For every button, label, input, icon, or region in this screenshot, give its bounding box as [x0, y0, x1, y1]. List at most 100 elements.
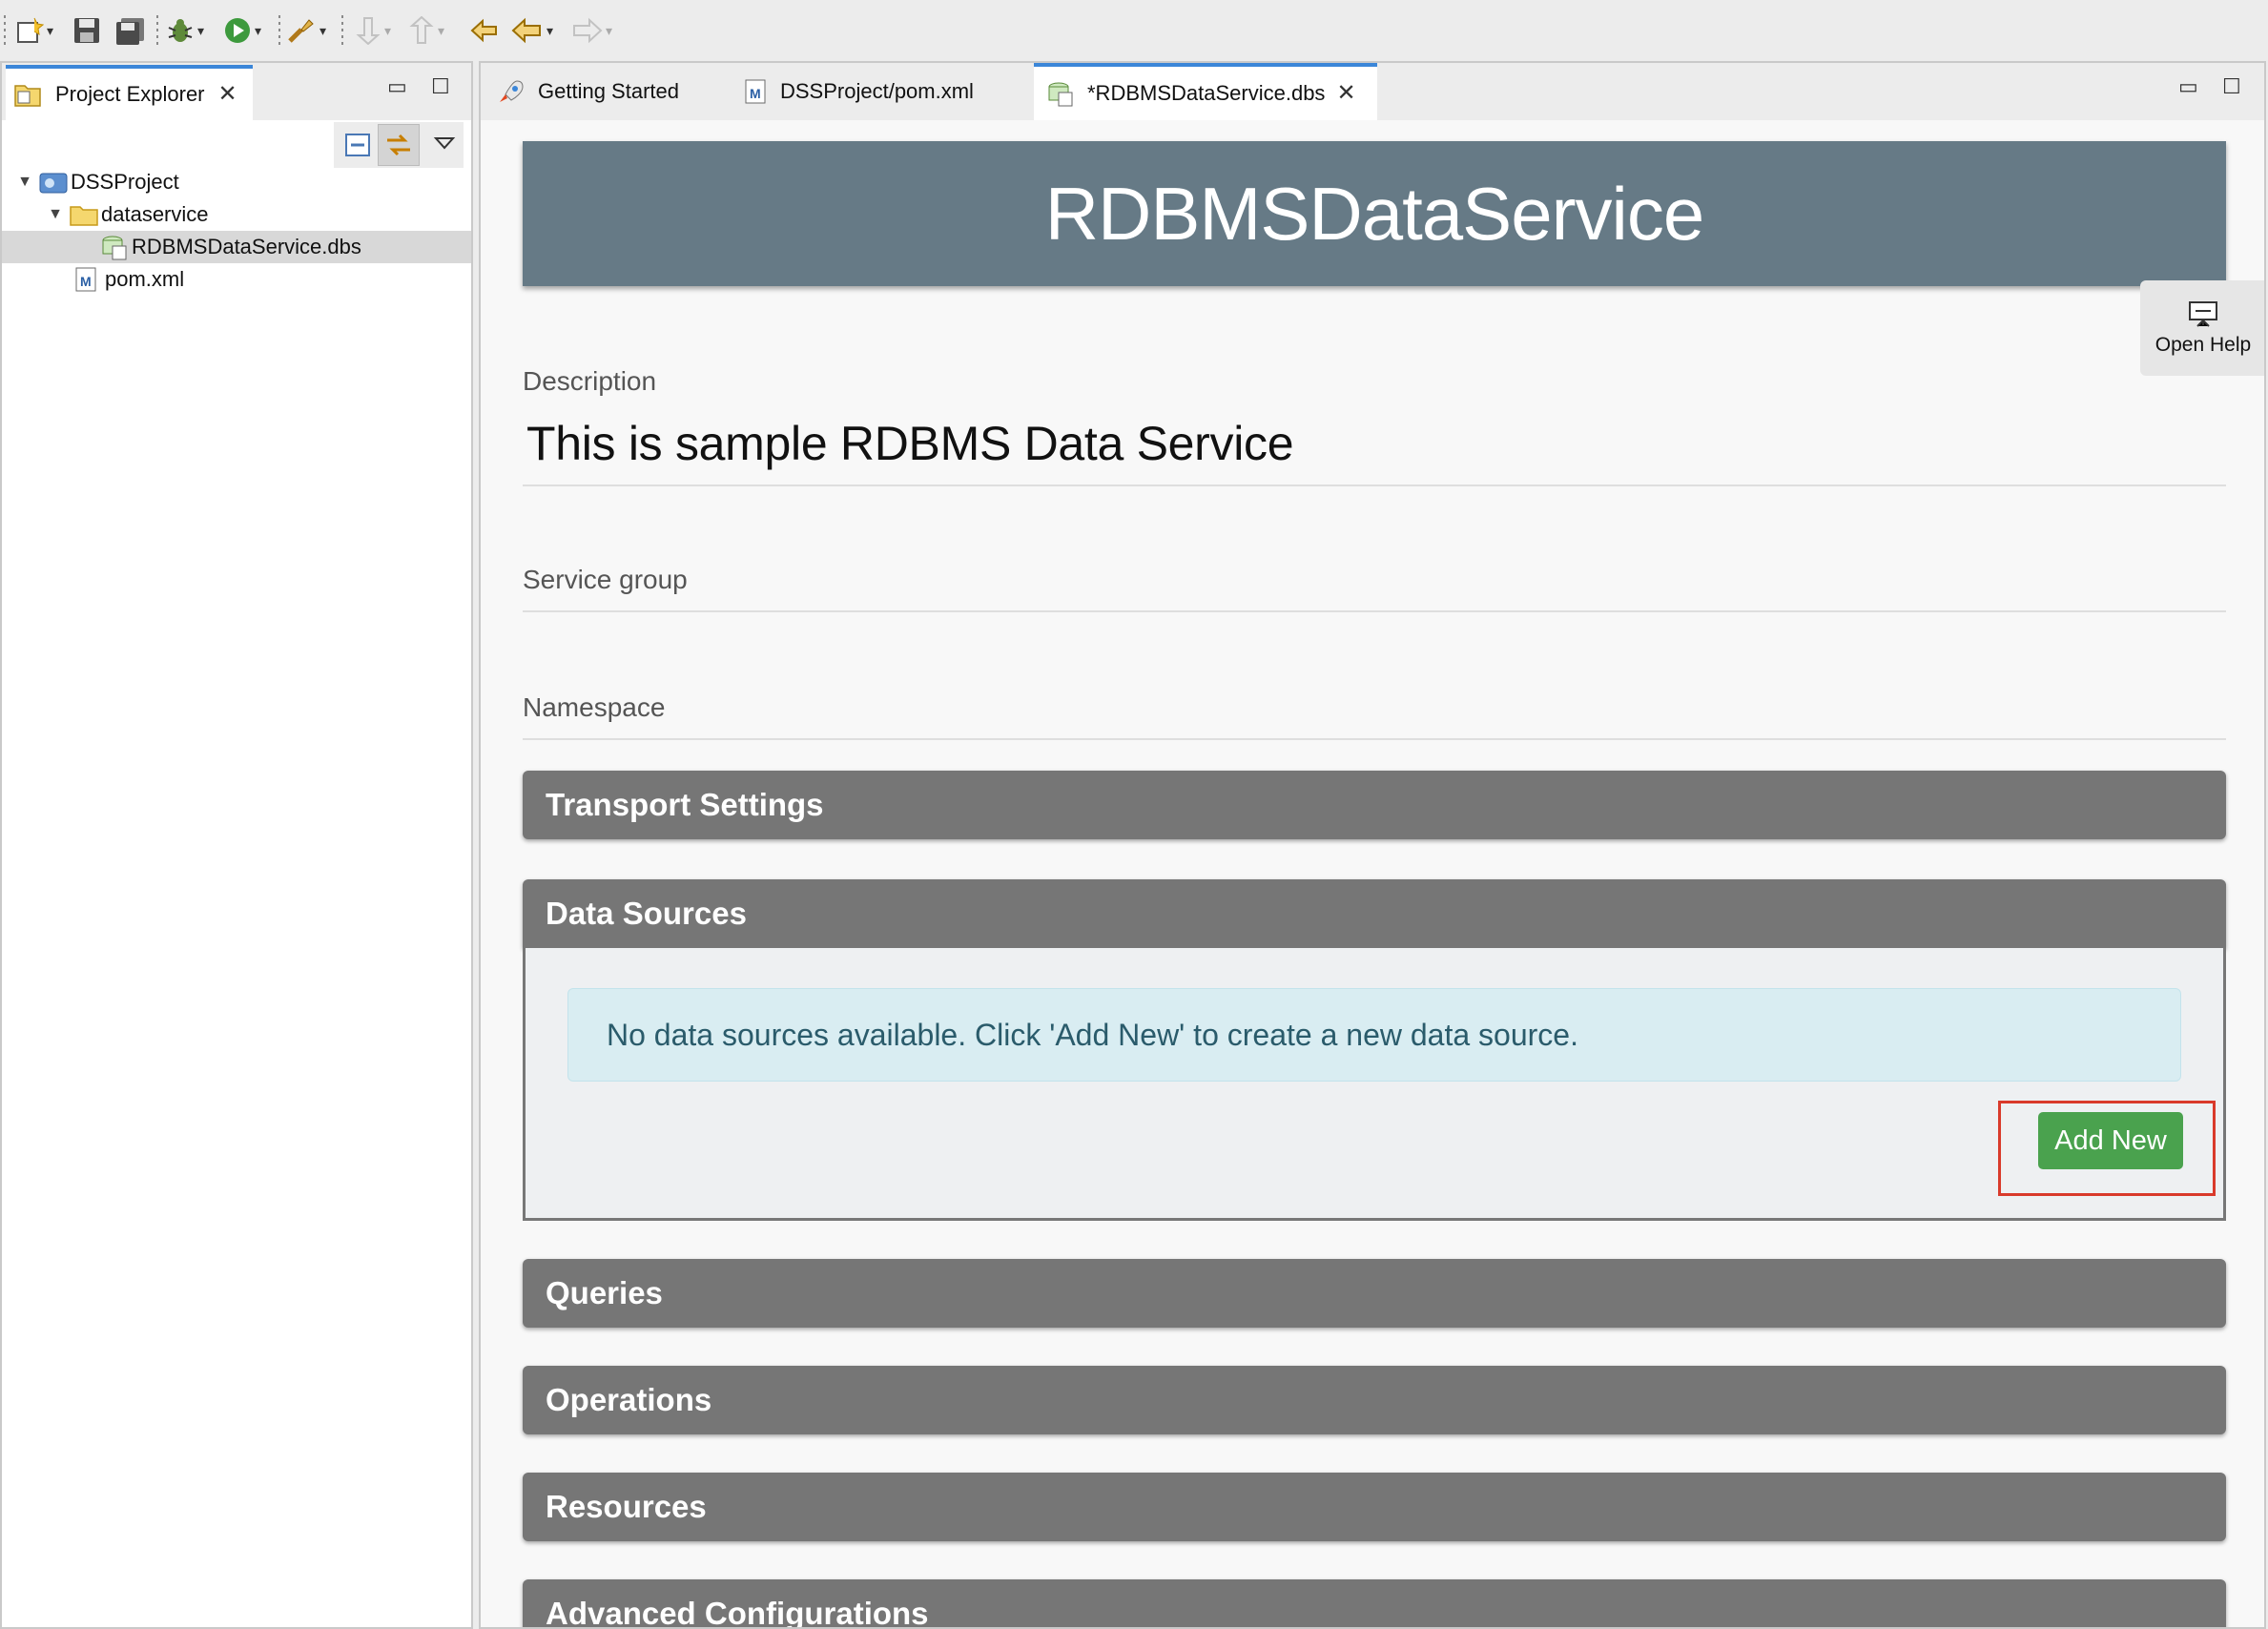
- namespace-underline: [523, 738, 2226, 740]
- view-menu-icon[interactable]: [433, 134, 456, 153]
- back-button[interactable]: ▾: [511, 15, 553, 46]
- data-sources-body: No data sources available. Click 'Add Ne…: [523, 948, 2226, 1221]
- operations-section[interactable]: Operations: [523, 1366, 2226, 1434]
- link-icon: [387, 134, 410, 156]
- section-title: Data Sources: [546, 896, 747, 931]
- save-all-icon: [116, 18, 144, 45]
- chevron-down-icon: ▾: [197, 22, 205, 38]
- section-title: Transport Settings: [546, 787, 824, 822]
- service-group-field[interactable]: [523, 559, 2226, 610]
- forward-button[interactable]: ▾: [570, 15, 612, 46]
- maximize-icon[interactable]: ☐: [2222, 74, 2241, 99]
- editor-tabbar: Getting Started M DSSProject/pom.xml *RD…: [481, 63, 2264, 120]
- alert-text: No data sources available. Click 'Add Ne…: [607, 1017, 1578, 1052]
- tab-label: *RDBMSDataService.dbs: [1087, 81, 1326, 105]
- transport-settings-section[interactable]: Transport Settings: [523, 771, 2226, 839]
- advanced-configurations-section[interactable]: Advanced Configurations: [523, 1579, 2226, 1629]
- description-value: This is sample RDBMS Data Service: [526, 417, 1294, 470]
- tree-item-pom[interactable]: M pom.xml: [2, 263, 471, 296]
- debug-button[interactable]: ▾: [166, 15, 204, 46]
- expand-arrow-icon[interactable]: ▼: [46, 206, 65, 223]
- tree-item-rdbmsdataservice[interactable]: RDBMSDataService.dbs: [2, 231, 471, 263]
- close-icon[interactable]: ✕: [218, 83, 237, 106]
- minimize-icon[interactable]: ▭: [387, 74, 407, 99]
- tab-rdbms-dataservice[interactable]: *RDBMSDataService.dbs ✕: [1034, 63, 1377, 120]
- tab-label: Getting Started: [538, 79, 679, 103]
- tree-item-dataservice[interactable]: ▼ dataservice: [2, 198, 471, 231]
- namespace-field[interactable]: [523, 687, 2226, 738]
- tab-pom-xml[interactable]: M DSSProject/pom.xml: [732, 63, 985, 120]
- project-icon: [39, 173, 68, 194]
- maximize-icon[interactable]: ☐: [431, 74, 450, 99]
- svg-text:M: M: [80, 274, 92, 289]
- chevron-down-icon: ▾: [255, 22, 262, 38]
- chevron-down-icon: ▾: [606, 22, 613, 38]
- next-annotation-button[interactable]: ▾: [355, 15, 391, 46]
- external-tools-button[interactable]: ▾: [286, 15, 326, 46]
- add-new-button[interactable]: Add New: [2038, 1112, 2183, 1169]
- save-all-button[interactable]: [114, 15, 147, 46]
- last-edit-location-button[interactable]: [469, 15, 502, 46]
- section-title: Resources: [546, 1489, 707, 1524]
- project-explorer-icon: [14, 85, 41, 107]
- expand-arrow-icon[interactable]: ▼: [15, 174, 34, 191]
- new-wizard-button[interactable]: ▾: [15, 15, 53, 46]
- run-icon: [225, 18, 250, 43]
- section-title: Advanced Configurations: [546, 1596, 929, 1629]
- data-sources-section[interactable]: Data Sources: [523, 879, 2226, 948]
- description-underline: [523, 485, 2226, 486]
- collapse-all-icon[interactable]: [343, 130, 374, 160]
- tab-label: Project Explorer: [55, 82, 205, 106]
- tree-label: dataservice: [101, 202, 209, 226]
- tab-label: DSSProject/pom.xml: [780, 79, 974, 103]
- save-button[interactable]: [72, 15, 101, 46]
- project-tree: ▼ DSSProject ▼ dataservice RDBMSDataServ…: [2, 166, 471, 296]
- section-title: Operations: [546, 1382, 712, 1417]
- chevron-down-icon: ▾: [546, 22, 554, 38]
- link-with-editor-button[interactable]: [378, 124, 420, 166]
- folder-icon: [70, 206, 98, 226]
- empty-data-sources-alert: No data sources available. Click 'Add Ne…: [567, 988, 2181, 1082]
- section-title: Queries: [546, 1275, 663, 1310]
- tree-label: RDBMSDataService.dbs: [132, 235, 361, 258]
- open-help-button[interactable]: Open Help: [2140, 280, 2264, 376]
- tree-item-dssproject[interactable]: ▼ DSSProject: [2, 166, 471, 198]
- chevron-down-icon: ▾: [384, 22, 392, 38]
- tree-label: DSSProject: [71, 170, 179, 194]
- new-file-icon: [17, 17, 44, 43]
- explorer-view-toolbar: [334, 122, 464, 168]
- arrow-left-icon: [511, 17, 541, 44]
- maven-file-icon: M: [75, 267, 96, 292]
- dataservice-form: RDBMSDataService Open Help Description T…: [481, 120, 2264, 1629]
- chevron-down-icon: ▾: [47, 22, 54, 38]
- svg-text:M: M: [750, 86, 761, 101]
- open-help-label: Open Help: [2155, 334, 2252, 356]
- chevron-down-icon: ▾: [320, 22, 327, 38]
- arrow-down-icon: [356, 17, 381, 45]
- save-icon: [74, 18, 99, 43]
- presentation-icon: [2189, 301, 2217, 327]
- dbs-file-icon: [1048, 82, 1073, 107]
- service-header: RDBMSDataService: [523, 141, 2226, 286]
- tab-getting-started[interactable]: Getting Started: [485, 63, 691, 120]
- run-button[interactable]: ▾: [223, 15, 261, 46]
- maven-file-icon: M: [745, 79, 766, 104]
- tab-project-explorer[interactable]: Project Explorer ✕: [6, 65, 253, 120]
- resources-section[interactable]: Resources: [523, 1473, 2226, 1541]
- description-label: Description: [523, 366, 657, 396]
- close-icon[interactable]: ✕: [1336, 82, 1355, 105]
- minimize-icon[interactable]: ▭: [2178, 74, 2198, 99]
- previous-annotation-button[interactable]: ▾: [408, 15, 444, 46]
- main-toolbar: ▾ ▾ ▾ ▾ ▾ ▾ ▾ ▾: [0, 0, 2268, 61]
- project-explorer-panel: Project Explorer ✕ ▭ ☐ ▼ DSSProject ▼ da…: [0, 61, 473, 1629]
- dbs-file-icon: [102, 236, 127, 260]
- arrow-up-icon: [409, 16, 434, 44]
- tools-icon: [288, 19, 314, 43]
- queries-section[interactable]: Queries: [523, 1259, 2226, 1328]
- tree-label: pom.xml: [105, 267, 185, 291]
- chevron-down-icon: ▾: [438, 22, 445, 38]
- last-edit-icon: [470, 18, 497, 43]
- project-explorer-tabbar: Project Explorer ✕ ▭ ☐: [2, 63, 471, 120]
- arrow-right-icon: [573, 17, 603, 44]
- bug-icon: [168, 19, 193, 42]
